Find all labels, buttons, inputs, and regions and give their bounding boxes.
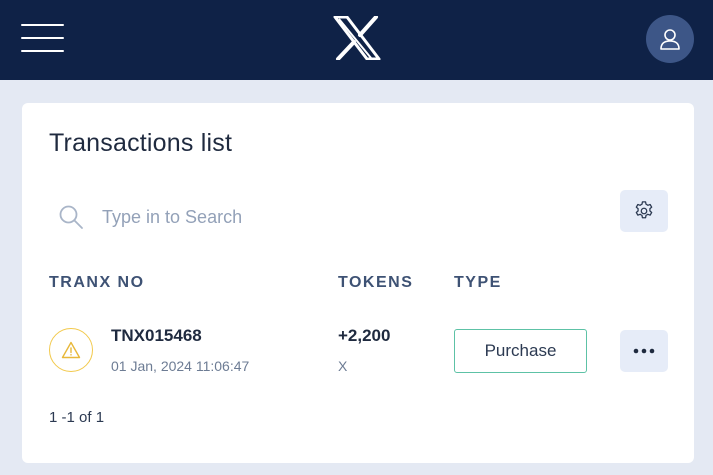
user-avatar-button[interactable] <box>646 15 694 63</box>
token-unit: X <box>338 358 348 374</box>
column-header-tokens: TOKENS <box>338 274 414 291</box>
transaction-date: 01 Jan, 2024 11:06:47 <box>111 358 250 374</box>
transaction-id[interactable]: TNX015468 <box>111 326 202 346</box>
search-input[interactable] <box>102 199 582 235</box>
x-logo-icon[interactable] <box>333 16 381 60</box>
settings-button[interactable] <box>620 190 668 232</box>
warning-icon <box>61 341 81 359</box>
transactions-card: Transactions list TRANX NO TOKENS TYPE T… <box>22 103 694 463</box>
type-badge: Purchase <box>454 329 587 373</box>
search-bar <box>48 195 608 239</box>
token-amount: +2,200 <box>338 326 391 345</box>
table-row[interactable]: TNX015468 01 Jan, 2024 11:06:47 +2,200 X… <box>22 318 694 388</box>
page-title: Transactions list <box>49 129 233 157</box>
column-header-tranx-no: TRANX NO <box>49 274 145 291</box>
user-icon <box>660 29 680 50</box>
column-header-type: TYPE <box>454 274 502 291</box>
status-indicator <box>49 328 93 372</box>
top-navigation-bar <box>0 0 713 80</box>
more-options-icon <box>633 348 655 354</box>
search-icon <box>59 205 83 229</box>
pagination-info: 1 -1 of 1 <box>49 409 105 426</box>
gear-icon <box>635 201 653 219</box>
more-options-button[interactable] <box>620 330 668 372</box>
hamburger-menu-icon[interactable] <box>21 22 64 54</box>
